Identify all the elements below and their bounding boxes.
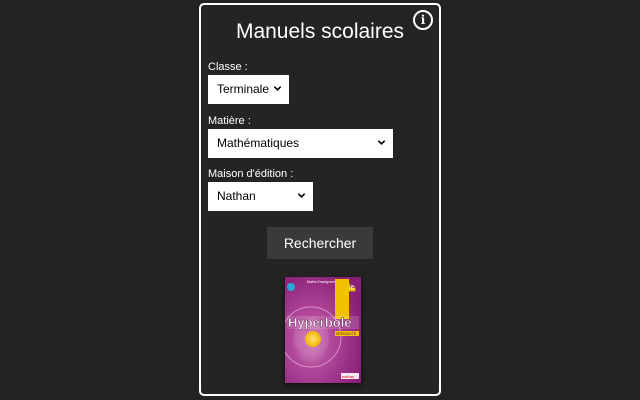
editeur-label: Maison d'édition :	[208, 168, 294, 180]
search-button[interactable]: Rechercher	[267, 227, 373, 259]
cover-grade-suffix: le	[349, 284, 355, 291]
classe-select-value: Terminale	[217, 82, 270, 96]
extension-panel: Manuels scolaires i Classe : Terminale M…	[199, 3, 441, 396]
chevron-down-icon	[377, 140, 386, 145]
textbook-cover[interactable]: Maths Enseignement T le Hyperbole SPÉCIA…	[285, 277, 361, 383]
chevron-down-icon	[297, 193, 306, 198]
info-icon[interactable]: i	[413, 10, 433, 30]
editeur-select-value: Nathan	[217, 189, 256, 203]
textbook-cover-image: Maths Enseignement T le Hyperbole SPÉCIA…	[285, 277, 361, 383]
cover-tag: SPÉCIALITÉ	[336, 331, 357, 336]
matiere-select[interactable]: Mathématiques	[208, 129, 393, 158]
classe-select[interactable]: Terminale	[208, 75, 289, 104]
cover-title: Hyperbole	[288, 315, 352, 330]
publisher-logo: nathan	[342, 374, 354, 379]
page-title: Manuels scolaires	[235, 20, 405, 43]
classe-label: Classe :	[208, 61, 248, 73]
editeur-select[interactable]: Nathan	[208, 182, 313, 211]
chevron-down-icon	[273, 86, 282, 91]
matiere-select-value: Mathématiques	[217, 136, 300, 150]
matiere-label: Matière :	[208, 115, 251, 127]
